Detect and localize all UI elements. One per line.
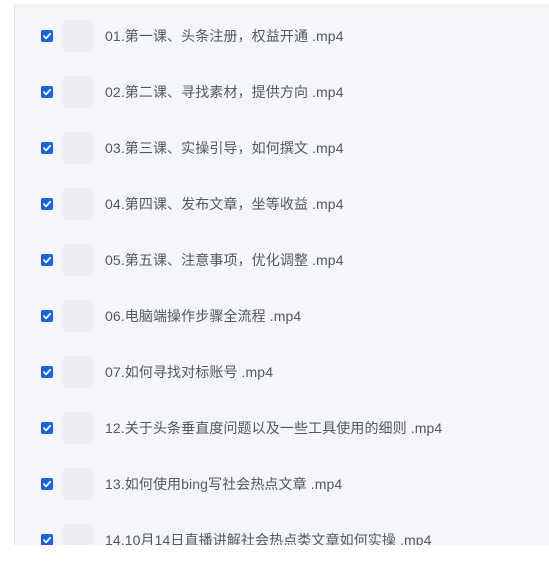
file-row[interactable]: 14.10月14日直播讲解社会热点类文章如何实操 .mp4 [15,512,549,545]
checkbox-checked-icon[interactable] [41,422,53,434]
checkbox-checked-icon[interactable] [41,254,53,266]
file-name[interactable]: 03.第三课、实操引导，如何撰文 .mp4 [105,138,344,158]
file-row[interactable]: 04.第四课、发布文章，坐等收益 .mp4 [15,176,549,232]
file-row[interactable]: 13.如何使用bing写社会热点文章 .mp4 [15,456,549,512]
checkbox-checked-icon[interactable] [41,534,53,545]
video-thumbnail [62,244,94,276]
video-thumbnail [62,300,94,332]
file-name[interactable]: 06.电脑端操作步骤全流程 .mp4 [105,306,301,326]
video-thumbnail [62,412,94,444]
video-thumbnail [62,356,94,388]
file-row[interactable]: 02.第二课、寻找素材，提供方向 .mp4 [15,64,549,120]
video-thumbnail [62,132,94,164]
video-thumbnail [62,20,94,52]
video-thumbnail [62,468,94,500]
video-thumbnail [62,76,94,108]
file-name[interactable]: 05.第五课、注意事项，优化调整 .mp4 [105,250,344,270]
file-row[interactable]: 03.第三课、实操引导，如何撰文 .mp4 [15,120,549,176]
checkbox-checked-icon[interactable] [41,198,53,210]
file-name[interactable]: 12.关于头条垂直度问题以及一些工具使用的细则 .mp4 [105,418,442,438]
checkbox-checked-icon[interactable] [41,142,53,154]
file-name[interactable]: 13.如何使用bing写社会热点文章 .mp4 [105,474,342,494]
app-frame: 01.第一课、头条注册，权益开通 .mp4 02.第二课、寻找素材，提供方向 .… [0,0,549,568]
checkbox-checked-icon[interactable] [41,30,53,42]
video-thumbnail [62,524,94,545]
file-list-panel: 01.第一课、头条注册，权益开通 .mp4 02.第二课、寻找素材，提供方向 .… [14,4,549,545]
checkbox-checked-icon[interactable] [41,310,53,322]
file-name[interactable]: 02.第二课、寻找素材，提供方向 .mp4 [105,82,344,102]
file-row[interactable]: 07.如何寻找对标账号 .mp4 [15,344,549,400]
file-row[interactable]: 05.第五课、注意事项，优化调整 .mp4 [15,232,549,288]
file-name[interactable]: 01.第一课、头条注册，权益开通 .mp4 [105,26,344,46]
file-row[interactable]: 12.关于头条垂直度问题以及一些工具使用的细则 .mp4 [15,400,549,456]
video-thumbnail [62,188,94,220]
checkbox-checked-icon[interactable] [41,478,53,490]
file-name[interactable]: 07.如何寻找对标账号 .mp4 [105,362,273,382]
file-row[interactable]: 06.电脑端操作步骤全流程 .mp4 [15,288,549,344]
checkbox-checked-icon[interactable] [41,366,53,378]
checkbox-checked-icon[interactable] [41,86,53,98]
file-name[interactable]: 04.第四课、发布文章，坐等收益 .mp4 [105,194,344,214]
file-row[interactable]: 01.第一课、头条注册，权益开通 .mp4 [15,8,549,64]
file-name[interactable]: 14.10月14日直播讲解社会热点类文章如何实操 .mp4 [105,530,432,545]
